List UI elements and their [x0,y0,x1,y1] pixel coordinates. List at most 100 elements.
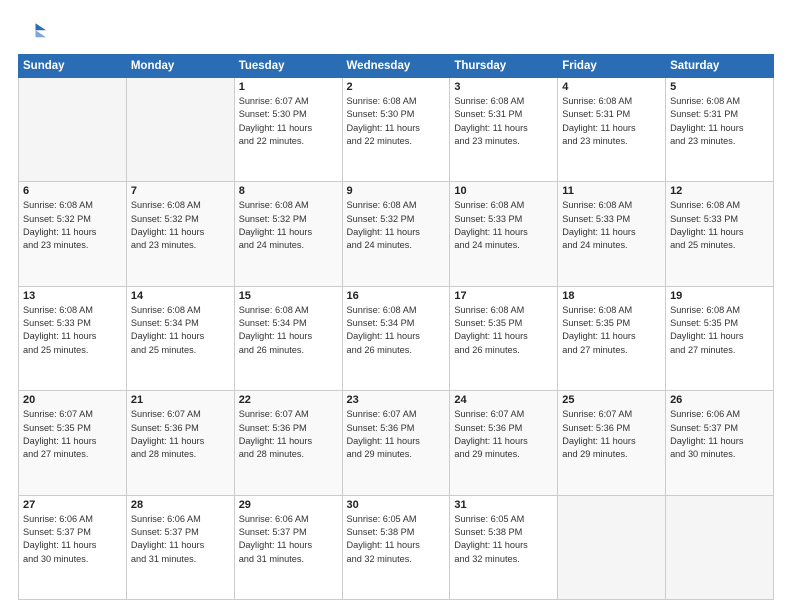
calendar-cell: 23 Sunrise: 6:07 AM Sunset: 5:36 PM Dayli… [342,391,450,495]
day-info: Sunrise: 6:08 AM Sunset: 5:35 PM Dayligh… [670,304,769,357]
weekday-header: Saturday [666,55,774,78]
calendar-cell: 12 Sunrise: 6:08 AM Sunset: 5:33 PM Dayli… [666,182,774,286]
calendar-cell: 9 Sunrise: 6:08 AM Sunset: 5:32 PM Daylig… [342,182,450,286]
day-number: 1 [239,81,338,93]
calendar-cell: 17 Sunrise: 6:08 AM Sunset: 5:35 PM Dayli… [450,286,558,390]
calendar-cell: 24Sunrise: 6:07 AM Sunset: 5:36 PM Dayli… [450,391,558,495]
logo [18,18,50,46]
calendar-week-row: 6Sunrise: 6:08 AM Sunset: 5:32 PM Daylig… [19,182,774,286]
day-info: Sunrise: 6:08 AM Sunset: 5:32 PM Dayligh… [131,199,230,252]
day-info: Sunrise: 6:07 AM Sunset: 5:36 PM Dayligh… [562,408,661,461]
weekday-header: Monday [126,55,234,78]
day-info: Sunrise: 6:08 AM Sunset: 5:32 PM Dayligh… [23,199,122,252]
calendar-cell: 5 Sunrise: 6:08 AM Sunset: 5:31 PM Daylig… [666,78,774,182]
day-info: Sunrise: 6:08 AM Sunset: 5:31 PM Dayligh… [562,95,661,148]
day-number: 31 [454,499,553,511]
calendar-header-row: SundayMondayTuesdayWednesdayThursdayFrid… [19,55,774,78]
calendar-cell: 11 Sunrise: 6:08 AM Sunset: 5:33 PM Dayli… [558,182,666,286]
day-info: Sunrise: 6:08 AM Sunset: 5:31 PM Dayligh… [454,95,553,148]
day-info: Sunrise: 6:08 AM Sunset: 5:34 PM Dayligh… [239,304,338,357]
day-info: Sunrise: 6:06 AM Sunset: 5:37 PM Dayligh… [670,408,769,461]
day-number: 12 [670,185,769,197]
day-info: Sunrise: 6:08 AM Sunset: 5:30 PM Dayligh… [347,95,446,148]
day-number: 3 [454,81,553,93]
day-number: 2 [347,81,446,93]
day-number: 17 [454,290,553,302]
day-info: Sunrise: 6:07 AM Sunset: 5:36 PM Dayligh… [131,408,230,461]
day-info: Sunrise: 6:08 AM Sunset: 5:33 PM Dayligh… [670,199,769,252]
calendar-cell [558,495,666,599]
day-info: Sunrise: 6:08 AM Sunset: 5:33 PM Dayligh… [454,199,553,252]
calendar-cell: 4 Sunrise: 6:08 AM Sunset: 5:31 PM Daylig… [558,78,666,182]
day-info: Sunrise: 6:05 AM Sunset: 5:38 PM Dayligh… [347,513,446,566]
day-number: 5 [670,81,769,93]
day-number: 24 [454,394,553,406]
day-number: 11 [562,185,661,197]
calendar-cell: 31 Sunrise: 6:05 AM Sunset: 5:38 PM Dayli… [450,495,558,599]
weekday-header: Tuesday [234,55,342,78]
day-info: Sunrise: 6:07 AM Sunset: 5:30 PM Dayligh… [239,95,338,148]
calendar-cell: 13 Sunrise: 6:08 AM Sunset: 5:33 PM Dayli… [19,286,127,390]
calendar-cell: 8 Sunrise: 6:08 AM Sunset: 5:32 PM Daylig… [234,182,342,286]
day-number: 14 [131,290,230,302]
day-info: Sunrise: 6:06 AM Sunset: 5:37 PM Dayligh… [23,513,122,566]
day-number: 15 [239,290,338,302]
day-number: 20 [23,394,122,406]
day-number: 30 [347,499,446,511]
day-info: Sunrise: 6:07 AM Sunset: 5:36 PM Dayligh… [239,408,338,461]
calendar-page: SundayMondayTuesdayWednesdayThursdayFrid… [0,0,792,612]
calendar-cell: 14Sunrise: 6:08 AM Sunset: 5:34 PM Dayli… [126,286,234,390]
day-number: 9 [347,185,446,197]
calendar-cell [126,78,234,182]
day-number: 16 [347,290,446,302]
day-info: Sunrise: 6:08 AM Sunset: 5:32 PM Dayligh… [239,199,338,252]
calendar-cell: 2 Sunrise: 6:08 AM Sunset: 5:30 PM Daylig… [342,78,450,182]
day-number: 4 [562,81,661,93]
calendar-cell: 28 Sunrise: 6:06 AM Sunset: 5:37 PM Dayli… [126,495,234,599]
day-info: Sunrise: 6:08 AM Sunset: 5:32 PM Dayligh… [347,199,446,252]
day-info: Sunrise: 6:08 AM Sunset: 5:35 PM Dayligh… [562,304,661,357]
day-info: Sunrise: 6:07 AM Sunset: 5:36 PM Dayligh… [347,408,446,461]
day-number: 22 [239,394,338,406]
day-info: Sunrise: 6:05 AM Sunset: 5:38 PM Dayligh… [454,513,553,566]
weekday-header: Friday [558,55,666,78]
calendar-cell: 20 Sunrise: 6:07 AM Sunset: 5:35 PM Dayli… [19,391,127,495]
day-number: 21 [131,394,230,406]
calendar-cell: 15 Sunrise: 6:08 AM Sunset: 5:34 PM Dayli… [234,286,342,390]
day-number: 19 [670,290,769,302]
day-number: 18 [562,290,661,302]
calendar-cell: 10 Sunrise: 6:08 AM Sunset: 5:33 PM Dayli… [450,182,558,286]
calendar-cell: 18 Sunrise: 6:08 AM Sunset: 5:35 PM Dayli… [558,286,666,390]
calendar-week-row: 13 Sunrise: 6:08 AM Sunset: 5:33 PM Dayli… [19,286,774,390]
calendar-week-row: 27 Sunrise: 6:06 AM Sunset: 5:37 PM Dayli… [19,495,774,599]
day-info: Sunrise: 6:07 AM Sunset: 5:35 PM Dayligh… [23,408,122,461]
day-number: 29 [239,499,338,511]
weekday-header: Wednesday [342,55,450,78]
calendar-cell [19,78,127,182]
calendar-cell: 16Sunrise: 6:08 AM Sunset: 5:34 PM Dayli… [342,286,450,390]
calendar-table: SundayMondayTuesdayWednesdayThursdayFrid… [18,54,774,600]
day-info: Sunrise: 6:08 AM Sunset: 5:35 PM Dayligh… [454,304,553,357]
day-number: 23 [347,394,446,406]
day-info: Sunrise: 6:08 AM Sunset: 5:31 PM Dayligh… [670,95,769,148]
day-number: 13 [23,290,122,302]
header [18,18,774,46]
day-info: Sunrise: 6:08 AM Sunset: 5:33 PM Dayligh… [562,199,661,252]
calendar-cell: 6Sunrise: 6:08 AM Sunset: 5:32 PM Daylig… [19,182,127,286]
day-number: 8 [239,185,338,197]
calendar-cell: 3 Sunrise: 6:08 AM Sunset: 5:31 PM Daylig… [450,78,558,182]
calendar-cell: 27 Sunrise: 6:06 AM Sunset: 5:37 PM Dayli… [19,495,127,599]
day-number: 27 [23,499,122,511]
calendar-cell: 22 Sunrise: 6:07 AM Sunset: 5:36 PM Dayli… [234,391,342,495]
day-info: Sunrise: 6:06 AM Sunset: 5:37 PM Dayligh… [131,513,230,566]
day-number: 28 [131,499,230,511]
calendar-cell: 25Sunrise: 6:07 AM Sunset: 5:36 PM Dayli… [558,391,666,495]
calendar-cell: 30 Sunrise: 6:05 AM Sunset: 5:38 PM Dayli… [342,495,450,599]
calendar-cell: 19 Sunrise: 6:08 AM Sunset: 5:35 PM Dayli… [666,286,774,390]
calendar-cell [666,495,774,599]
day-number: 26 [670,394,769,406]
day-number: 10 [454,185,553,197]
calendar-cell: 29Sunrise: 6:06 AM Sunset: 5:37 PM Dayli… [234,495,342,599]
day-info: Sunrise: 6:08 AM Sunset: 5:33 PM Dayligh… [23,304,122,357]
calendar-cell: 7Sunrise: 6:08 AM Sunset: 5:32 PM Daylig… [126,182,234,286]
